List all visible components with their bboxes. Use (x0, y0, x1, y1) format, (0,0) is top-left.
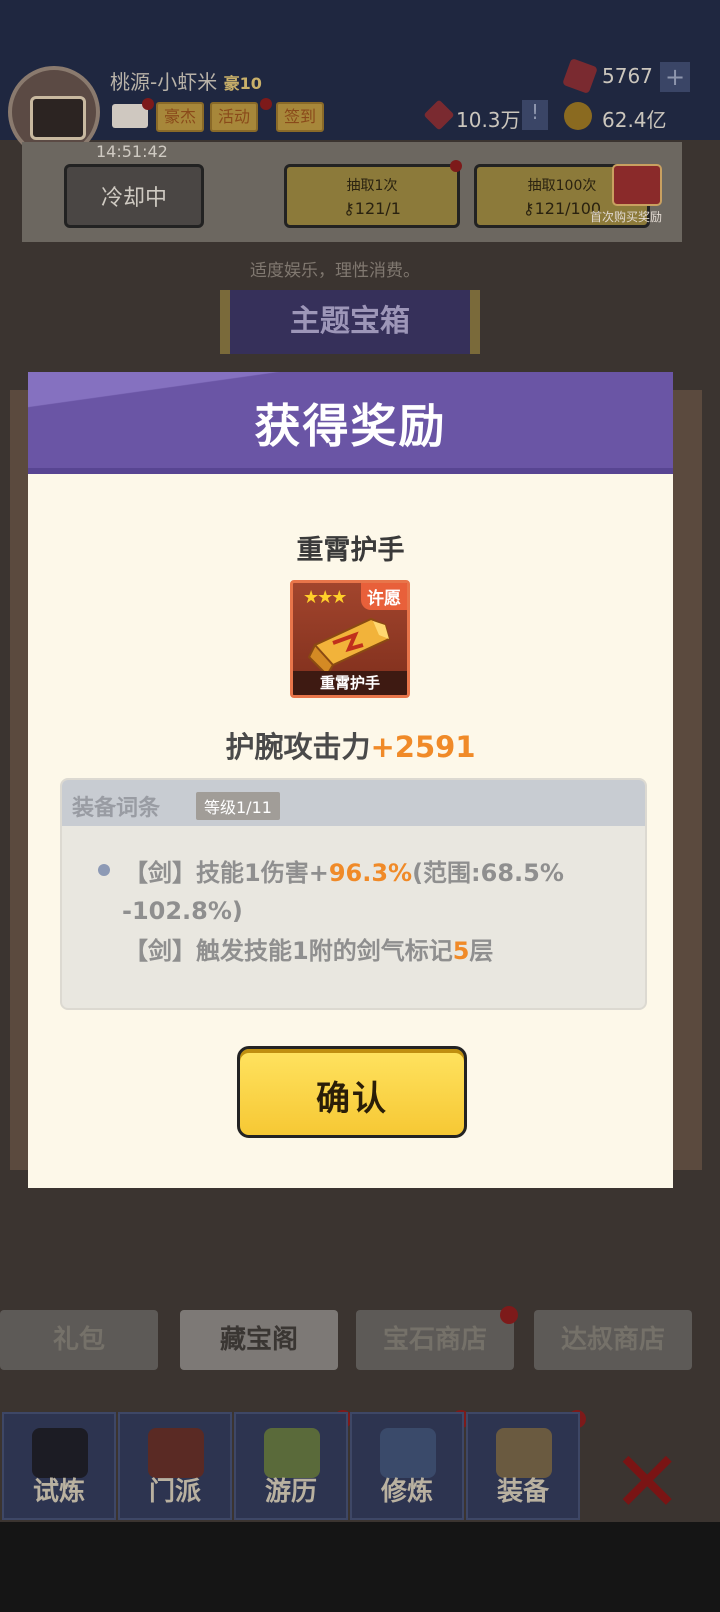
power-value: 10.3万 (456, 108, 521, 132)
affix-level-badge: 等级1/11 (196, 792, 280, 820)
nav-sect-label: 门派 (148, 1477, 201, 1507)
affix-2-suffix: 层 (469, 937, 494, 965)
dialog-title: 获得奖励 (254, 399, 447, 453)
tab-gem-shop[interactable]: 宝石商店 (356, 1310, 514, 1370)
affix-line-1-cont: -102.8%) (122, 897, 243, 925)
player-name-text: 桃源-小虾米 (110, 70, 218, 94)
affix-panel: 装备词条 等级1/11 【剑】技能1伤害+96.3%(范围:68.5% -102… (60, 778, 647, 1010)
play-responsibly-hint: 适度娱乐，理性消费。 (250, 261, 420, 281)
tab-gift-pack[interactable]: 礼包 (0, 1310, 158, 1370)
reward-dialog: 获得奖励 重霄护手 ★★★ 许愿 重霄护手 护腕攻击力+2591 装备词条 等级… (28, 372, 673, 1188)
tag-hero-button[interactable]: 豪杰 (156, 102, 205, 132)
nav-travel[interactable]: 游历 (234, 1412, 348, 1520)
affix-1-highlight: 96.3% (328, 859, 413, 887)
theme-chest-banner: 主题宝箱 (220, 290, 480, 354)
mail-red-dot (142, 98, 154, 110)
treasure-chest-icon[interactable] (612, 164, 662, 206)
activity-red-dot (260, 98, 272, 110)
right-card-edge (672, 390, 702, 1170)
affix-2-text: 【剑】触发技能1附的剑气标记 (124, 937, 453, 965)
affix-1-range: (范围:68.5% (412, 859, 564, 887)
nav-cultivate[interactable]: 修炼 (350, 1412, 464, 1520)
nav-equipment-label: 装备 (496, 1477, 549, 1507)
gem-shop-red-dot (500, 1306, 518, 1324)
draw-once-keys: ⚷121/1 (343, 199, 401, 218)
affix-1-text: 【剑】技能1伤害+ (124, 859, 329, 887)
attack-label: 护腕攻击力 (225, 730, 371, 764)
affix-header: 装备词条 等级1/11 (62, 780, 645, 826)
draw-once-key-count: 121/1 (354, 199, 401, 218)
item-card-label: 重霄护手 (293, 671, 407, 695)
confirm-button-label: 确认 (316, 1079, 388, 1119)
gem-count: 5767 (602, 64, 653, 88)
power-info-button[interactable]: ! (522, 100, 548, 130)
gold-coin-icon (564, 102, 592, 130)
attack-value: +2591 (370, 730, 476, 764)
cooldown-button[interactable]: 冷却中 (64, 164, 204, 228)
header-bottom-border (28, 468, 673, 474)
left-card-edge (10, 390, 30, 1170)
nav-trial-label: 试炼 (32, 1477, 85, 1507)
system-navbar (0, 1522, 720, 1612)
vip-level: 豪10 (223, 74, 262, 93)
cooldown-timer: 14:51:42 (96, 142, 168, 161)
tab-treasure-pavilion[interactable]: 藏宝阁 (180, 1310, 338, 1370)
nav-equipment[interactable]: 装备 (466, 1412, 580, 1520)
tab-uncle-shop[interactable]: 达叔商店 (534, 1310, 692, 1370)
affix-line-2: 【剑】触发技能1附的剑气标记5层 (124, 934, 493, 968)
tag-activity-button[interactable]: 活动 (210, 102, 259, 132)
bullet-icon (98, 864, 110, 876)
chest-avatar-icon (30, 96, 86, 140)
affix-line-1: 【剑】技能1伤害+96.3%(范围:68.5% (124, 856, 564, 890)
nav-cultivate-label: 修炼 (380, 1477, 433, 1507)
draw-once-red-dot (450, 160, 462, 172)
close-icon[interactable]: ✕ (612, 1440, 682, 1524)
confirm-button[interactable]: 确认 (237, 1046, 467, 1138)
draw-once-button[interactable]: 抽取1次 ⚷121/1 (284, 164, 460, 228)
player-name: 桃源-小虾米 豪10 (110, 66, 262, 95)
draw-once-label: 抽取1次 (346, 178, 398, 194)
item-card[interactable]: ★★★ 许愿 重霄护手 (290, 580, 410, 698)
first-buy-reward-label: 首次购买奖励 (590, 210, 663, 224)
tag-checkin-button[interactable]: 签到 (276, 102, 325, 132)
add-gems-button[interactable]: + (660, 62, 690, 92)
nav-travel-label: 游历 (264, 1477, 317, 1507)
dialog-header: 获得奖励 (28, 372, 673, 474)
attack-stat: 护腕攻击力+2591 (28, 724, 673, 766)
affix-title: 装备词条 (72, 796, 161, 821)
affix-2-highlight: 5 (452, 937, 470, 965)
nav-sect[interactable]: 门派 (118, 1412, 232, 1520)
item-name: 重霄护手 (296, 535, 405, 566)
nav-trial[interactable]: 试炼 (2, 1412, 116, 1520)
gold-value: 62.4亿 (602, 108, 667, 132)
